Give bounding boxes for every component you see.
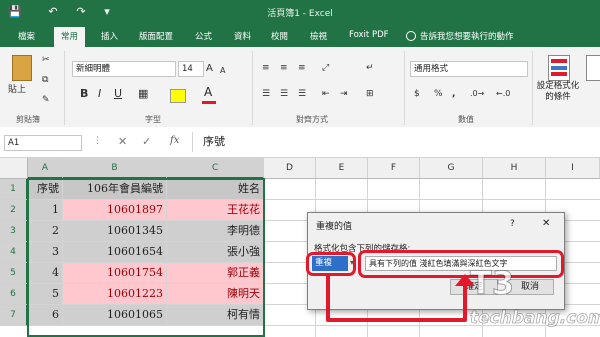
column-header-e[interactable]: E [316,158,368,179]
number-format-select[interactable]: 通用格式 [410,61,528,77]
selection-range [27,178,265,337]
italic-button[interactable]: I [98,87,101,101]
row-header[interactable]: 4 [0,242,28,263]
align-left-icon[interactable]: ☰ [262,87,270,101]
ribbon: 貼上 ✂ ⧉ ✎ 剪貼簿 新細明體 14 A A B I U ▦ A 字型 ≡ … [0,47,600,128]
tell-me-box[interactable]: 告訴我您想要執行的動作 [420,30,514,42]
tab-data[interactable]: 資料 [234,30,251,42]
tab-page-layout[interactable]: 版面配置 [139,30,173,42]
comma-button[interactable]: , [452,87,455,101]
grow-font-icon[interactable]: A [206,62,213,76]
underline-button[interactable]: U [114,87,122,101]
tab-insert[interactable]: 插入 [101,30,118,42]
tab-formulas[interactable]: 公式 [195,30,212,42]
group-divider [404,51,405,125]
confirm-entry-icon[interactable]: ✓ [142,135,151,148]
font-color-swatch [202,101,216,104]
format-painter-icon[interactable]: ✎ [42,93,50,107]
group-divider [64,51,65,125]
column-header-g[interactable]: G [420,158,483,179]
align-bottom-icon[interactable]: ≡ [298,61,306,75]
ribbon-tab-row: 檔案 常用 插入 版面配置 公式 資料 校閱 檢視 Foxit PDF 告訴我您… [0,25,600,47]
conditional-formatting-icon[interactable] [548,55,570,81]
tab-file[interactable]: 檔案 [18,30,35,42]
cancel-entry-icon[interactable]: ✕ [118,135,127,148]
title-bar: 💾 ↶ ↷ ▾ 活頁簿1 - Excel [0,0,600,25]
tab-review[interactable]: 校閱 [271,30,288,42]
wrap-text-icon[interactable]: ↵ [366,61,374,75]
group-divider [252,51,253,125]
dialog-title: 重複的值 [316,222,353,232]
column-header-c[interactable]: C [167,158,264,179]
row-header[interactable]: 3 [0,221,28,242]
increase-indent-icon[interactable]: ⇥ [340,87,348,101]
copy-icon[interactable]: ⧉ [42,73,48,87]
shrink-font-icon[interactable]: A [220,64,225,78]
window-title: 活頁簿1 - Excel [267,9,333,19]
column-header-d[interactable]: D [264,158,316,179]
tab-foxit-pdf[interactable]: Foxit PDF [349,30,389,40]
row-header[interactable]: 6 [0,284,28,305]
align-top-icon[interactable]: ≡ [262,61,270,75]
watermark-text: techbang.com [470,308,600,329]
formula-input[interactable]: 序號 [192,132,600,152]
cut-icon[interactable]: ✂ [42,53,50,67]
more-options-icon: ⋮ [93,136,102,146]
merge-center-icon[interactable]: ⊞ [366,87,374,101]
borders-icon[interactable]: ▦ [138,87,148,101]
column-header-i[interactable]: I [546,158,600,179]
group-divider [532,51,533,125]
help-icon[interactable]: ? [510,219,515,229]
watermark-logo: T3 [469,264,515,303]
decrease-decimal-icon[interactable]: ←.0 [496,87,510,101]
column-header-f[interactable]: F [368,158,420,179]
clipboard-group-label: 剪貼簿 [16,115,40,124]
row-header[interactable]: 2 [0,200,28,221]
font-size-select[interactable]: 14 [178,61,204,77]
insert-function-icon[interactable]: fx [170,135,179,146]
increase-decimal-icon[interactable]: .0→ [470,87,484,101]
align-middle-icon[interactable]: ≡ [280,61,288,75]
fill-color-icon[interactable] [170,89,186,103]
alignment-group-label: 對齊方式 [296,115,328,124]
conditional-formatting-button[interactable]: 設定格式化的條件 [536,81,580,103]
currency-button[interactable]: $ [414,87,420,101]
decrease-indent-icon[interactable]: ⇤ [322,87,330,101]
font-name-select[interactable]: 新細明體 [72,61,176,77]
align-center-icon[interactable]: ☰ [280,87,288,101]
row-header[interactable]: 7 [0,305,28,326]
column-header-a[interactable]: A [28,158,63,179]
paste-icon[interactable] [12,55,32,81]
select-all-corner[interactable] [0,158,28,179]
percent-button[interactable]: % [434,87,443,101]
column-header-h[interactable]: H [483,158,546,179]
row-header[interactable]: 5 [0,263,28,284]
formula-bar: A1 ⋮ ✕ ✓ fx 序號 [0,127,600,158]
orientation-icon[interactable]: ⤢ [322,61,329,75]
close-icon[interactable]: ✕ [542,218,550,229]
align-right-icon[interactable]: ☰ [298,87,306,101]
font-color-icon[interactable]: A [204,85,212,99]
tab-home[interactable]: 常用 [54,27,86,47]
name-box[interactable]: A1 [4,135,82,151]
paste-button[interactable]: 貼上 [8,83,26,97]
row-header[interactable]: 1 [0,179,28,200]
number-group-label: 數值 [458,115,474,124]
tab-view[interactable]: 檢視 [310,30,327,42]
column-header-b[interactable]: B [63,158,167,179]
lightbulb-icon [406,31,416,41]
bold-button[interactable]: B [80,87,88,101]
font-group-label: 字型 [145,115,161,124]
format-as-table-icon[interactable] [586,55,600,81]
